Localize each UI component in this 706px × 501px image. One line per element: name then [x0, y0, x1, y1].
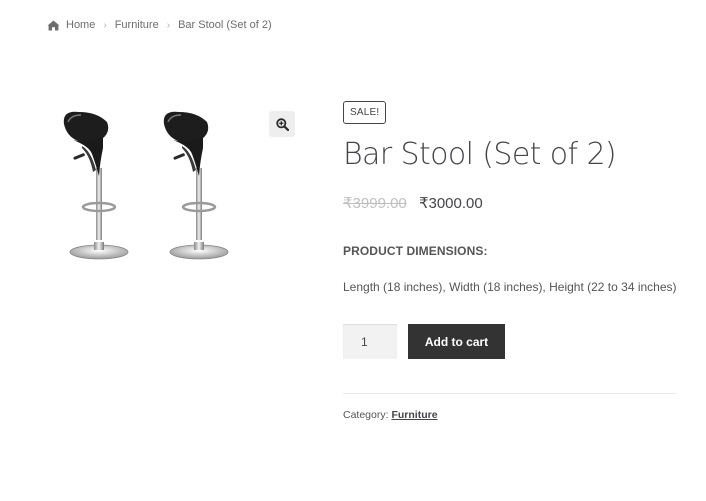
breadcrumb-current: Bar Stool (Set of 2): [178, 19, 272, 31]
regular-price: ₹3999.00: [343, 195, 407, 212]
breadcrumb-separator: ›: [166, 19, 171, 31]
quantity-input[interactable]: [343, 324, 397, 359]
breadcrumb-separator: ›: [103, 19, 107, 31]
divider: [343, 393, 676, 394]
home-icon: [47, 20, 60, 30]
breadcrumb-home-link[interactable]: Home: [66, 19, 95, 31]
add-to-cart-button[interactable]: Add to cart: [408, 324, 505, 359]
product-title: Bar Stool (Set of 2): [343, 137, 617, 172]
magnifier-plus-icon: [275, 117, 289, 131]
stool-right: [163, 111, 229, 260]
dimensions-text: Length (18 inches), Width (18 inches), H…: [343, 280, 677, 294]
add-to-cart-form: Add to cart: [343, 324, 676, 359]
zoom-button[interactable]: [269, 111, 295, 137]
sale-badge: SALE!: [343, 101, 387, 124]
category-link[interactable]: Furniture: [391, 409, 437, 421]
product-meta: Category: Furniture: [343, 409, 676, 421]
product-gallery: [47, 100, 299, 270]
stool-left: [63, 111, 129, 260]
product-price: ₹3999.00 ₹3000.00: [343, 194, 676, 214]
dimensions-heading: PRODUCT DIMENSIONS:: [343, 244, 488, 258]
product-page: Home › Furniture › Bar Stool (Set of 2): [0, 0, 706, 501]
sale-price: ₹3000.00: [418, 195, 483, 212]
category-label: Category:: [343, 409, 389, 421]
product-image[interactable]: [59, 106, 249, 266]
breadcrumb-category-link[interactable]: Furniture: [115, 19, 159, 31]
breadcrumb: Home › Furniture › Bar Stool (Set of 2): [47, 19, 272, 31]
product-summary: SALE! Bar Stool (Set of 2) ₹3999.00 ₹300…: [343, 101, 677, 421]
